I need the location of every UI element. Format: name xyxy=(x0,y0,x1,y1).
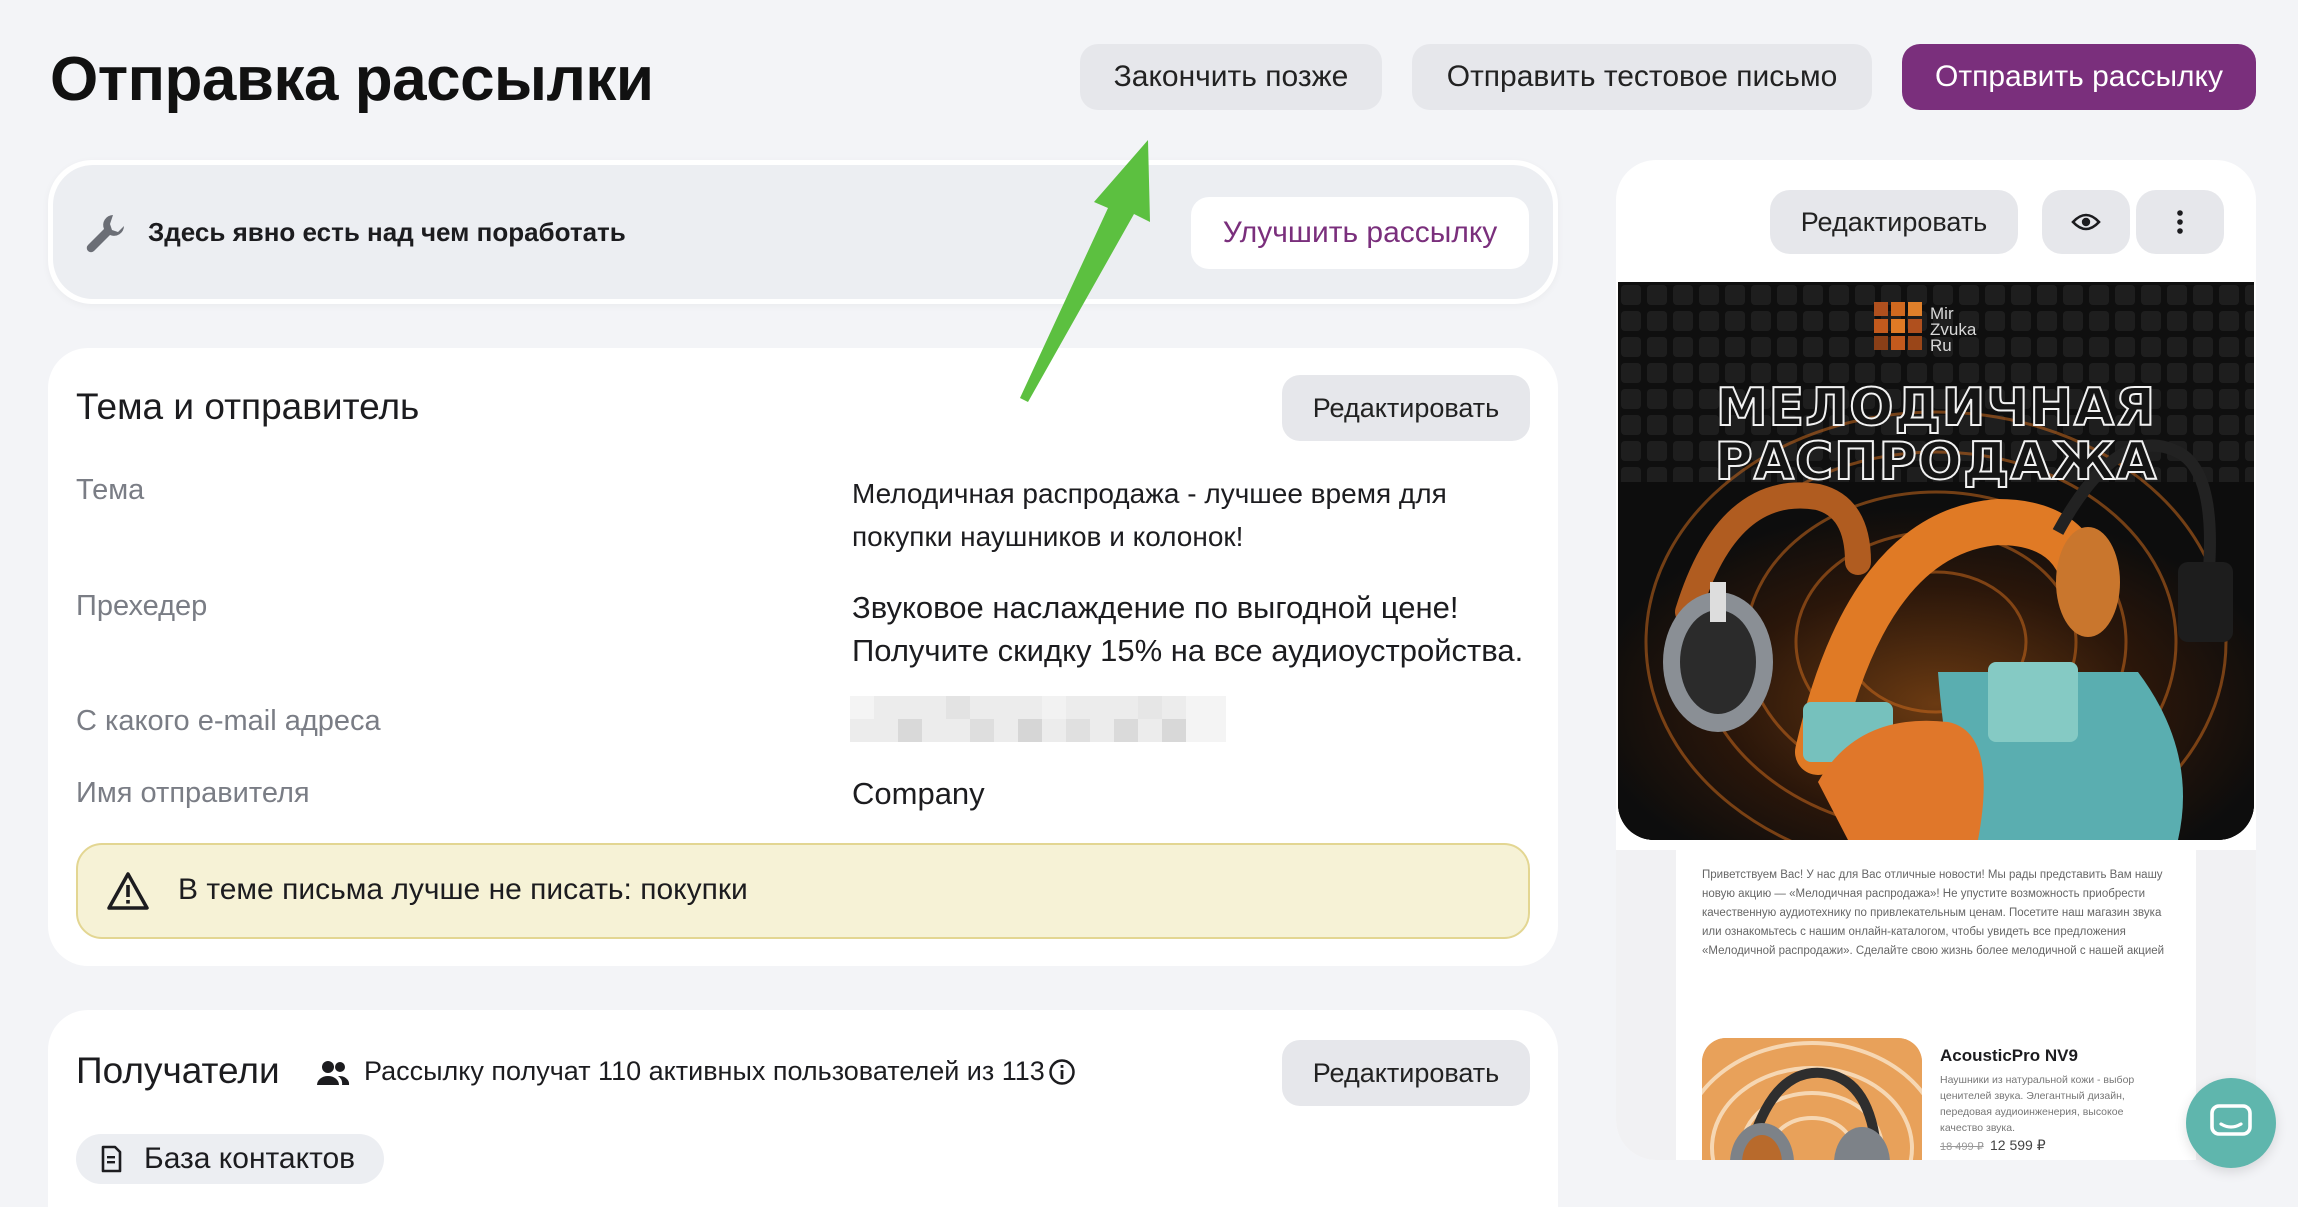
edit-subject-button[interactable]: Редактировать xyxy=(1282,375,1530,441)
preheader-value-line1: Звуковое наслаждение по выгодной цене! xyxy=(852,590,1459,625)
recipients-title: Получатели xyxy=(76,1050,280,1091)
warning-icon xyxy=(106,871,150,911)
sender-email-label: С какого e-mail адреса xyxy=(76,705,381,737)
warning-text: В теме письма лучше не писать: покупки xyxy=(178,873,748,906)
chat-icon xyxy=(2210,1104,2252,1136)
info-icon[interactable] xyxy=(1048,1058,1076,1086)
hero-title-line1: МЕЛОДИЧНАЯ xyxy=(1715,377,2157,439)
subject-value-line1: Мелодичная распродажа - лучшее время для xyxy=(852,478,1447,509)
brand-name: Mir Zvuka Ru xyxy=(1930,305,1976,355)
brand-line-3: Ru xyxy=(1930,336,1952,355)
kebab-menu-icon xyxy=(2177,210,2183,234)
send-test-button[interactable]: Отправить тестовое письмо xyxy=(1412,44,1872,110)
hint-text: Здесь явно есть над чем поработать xyxy=(148,217,626,247)
email-intro-text: Приветствуем Вас! У нас для Вас отличные… xyxy=(1702,869,2165,957)
support-chat-button[interactable] xyxy=(2186,1078,2276,1168)
sender-name-label: Имя отправителя xyxy=(76,777,310,809)
edit-recipients-button[interactable]: Редактировать xyxy=(1282,1040,1530,1106)
sender-name-value: Company xyxy=(852,776,985,811)
improvement-hint: Здесь явно есть над чем поработать Улучш… xyxy=(48,160,1558,304)
brand-logo-mark xyxy=(1874,302,1922,350)
users-icon xyxy=(316,1058,350,1088)
wrench-icon xyxy=(83,211,129,257)
product-old-price: 18 499 ₽ xyxy=(1940,1141,1984,1153)
email-body: Приветствуем Вас! У нас для Вас отличные… xyxy=(1616,850,2256,1160)
edit-email-button[interactable]: Редактировать xyxy=(1770,190,2018,254)
annotation-arrow xyxy=(1020,140,1150,402)
subject-warning: В теме письма лучше не писать: покупки xyxy=(76,843,1530,939)
more-options-button[interactable] xyxy=(2136,190,2224,254)
product-new-price: 12 599 ₽ xyxy=(1990,1137,2046,1153)
subject-section-title: Тема и отправитель xyxy=(76,386,420,427)
email-hero-banner: Mir Zvuka Ru МЕЛОДИЧНАЯ РАСПРОДАЖА xyxy=(1618,282,2254,840)
subject-value-line2: покупки наушников и колонок! xyxy=(852,521,1244,552)
preview-eye-button[interactable] xyxy=(2042,190,2130,254)
recipients-summary: Рассылку получат 110 активных пользовате… xyxy=(364,1056,1045,1086)
document-icon xyxy=(100,1145,122,1173)
improve-campaign-button[interactable]: Улучшить рассылку xyxy=(1191,197,1529,269)
send-campaign-button[interactable]: Отправить рассылку xyxy=(1902,44,2256,110)
contact-base-chip[interactable]: База контактов xyxy=(76,1134,384,1184)
preheader-value-line2: Получите скидку 15% на все аудиоустройст… xyxy=(852,633,1524,668)
hero-title-line2: РАСПРОДАЖА xyxy=(1714,431,2158,493)
subject-label: Тема xyxy=(76,474,145,506)
product-name: AcousticPro NV9 xyxy=(1940,1046,2078,1065)
finish-later-button[interactable]: Закончить позже xyxy=(1080,44,1382,110)
hero-background xyxy=(1618,282,2254,840)
preheader-label: Прехедер xyxy=(76,590,208,622)
contact-base-label: База контактов xyxy=(144,1142,356,1175)
eye-icon xyxy=(2071,213,2101,231)
email-preview: Редактировать Mir Zvuka Ru МЕЛОДИЧНАЯ РА… xyxy=(1616,160,2256,1160)
page-title: Отправка рассылки xyxy=(50,45,654,114)
product-image xyxy=(1702,1038,1922,1160)
sender-email-redacted xyxy=(850,696,1226,742)
product-description: Наушники из натуральной кожи - выбор цен… xyxy=(1940,1074,2135,1134)
